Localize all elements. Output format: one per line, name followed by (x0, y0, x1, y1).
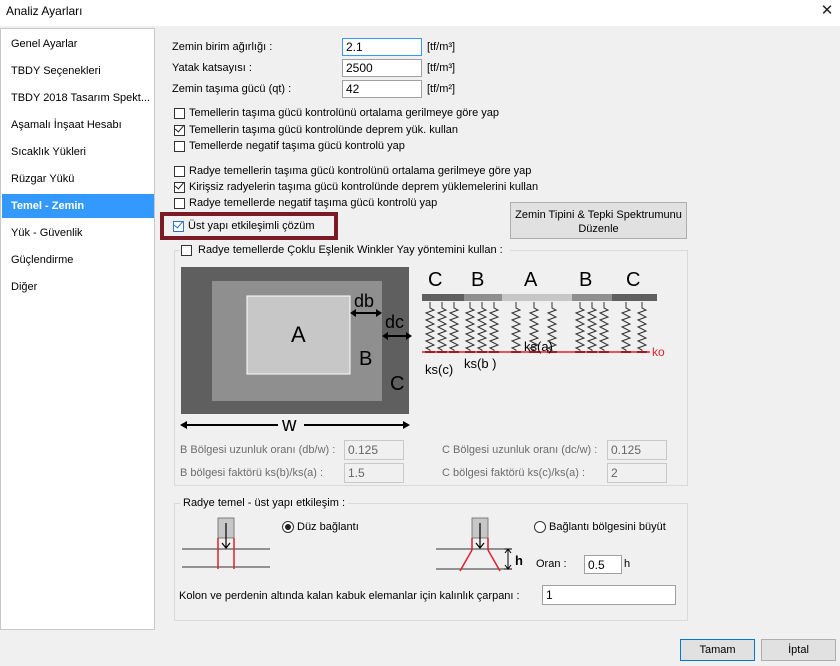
dc-label: dc (385, 312, 404, 332)
section-label-c2: C (626, 269, 640, 291)
w-label: w (281, 414, 297, 434)
sidebar-item-temel-zemin[interactable]: Temel - Zemin (2, 194, 154, 218)
checkbox-c1[interactable] (174, 108, 185, 119)
checkbox-c7[interactable] (173, 218, 184, 232)
db-label: db (354, 291, 374, 311)
section-label-b1: B (471, 269, 484, 291)
flat-connection-icon (182, 517, 270, 569)
section-label-a: A (524, 269, 538, 291)
raft-group-label: Radye temel - üst yapı etkileşim : (180, 497, 349, 509)
spring-icon (510, 302, 522, 352)
checkbox-c6[interactable] (174, 198, 185, 209)
checkbox-c3-label: Temellerde negatif taşıma gücü kontrolü … (189, 140, 405, 152)
radio-selected-dot (285, 524, 291, 530)
sidebar-item-asamali-insaat[interactable]: Aşamalı İnşaat Hesabı (2, 113, 154, 137)
sidebar-item-guclendirme[interactable]: Güçlendirme (2, 248, 154, 272)
checkbox-c6-label: Radye temellerde negatif taşıma gücü kon… (189, 197, 438, 209)
section-label-c1: C (428, 269, 442, 291)
sidebar-item-yuk-guvenlik[interactable]: Yük - Güvenlik (2, 221, 154, 245)
spring-icon (636, 302, 648, 352)
radio-flat-connection[interactable] (282, 521, 294, 533)
zone-a-label: A (291, 322, 306, 347)
ko-label: ko (652, 345, 665, 359)
sidebar-item-tbdy-secenekleri[interactable]: TBDY Seçenekleri (2, 59, 154, 83)
unit-weight-input[interactable] (342, 38, 422, 56)
soil-spectrum-button[interactable]: Zemin Tipini & Tepki Spektrumunu Düzenle (510, 202, 687, 239)
oran-unit: h (624, 558, 631, 570)
sidebar-item-diger[interactable]: Diğer (2, 275, 154, 299)
sidebar-item-ruzgar-yuku[interactable]: Rüzgar Yükü (2, 167, 154, 191)
checkbox-c8-text: Radye temellerde Çoklu Eşlenik Winkler Y… (198, 244, 503, 256)
spring-icon (476, 302, 488, 352)
close-icon[interactable]: ✕ (818, 1, 836, 19)
raft-zones-plan-diagram: A B C db dc w (180, 267, 412, 434)
title-bar: Analiz Ayarları ✕ (0, 0, 840, 26)
checkbox-c4-label: Radye temellerin taşıma gücü kontrolünü … (189, 165, 532, 177)
bearing-unit: [tf/m²] (427, 83, 456, 95)
ks-b-label: ks(b ) (464, 356, 497, 371)
ok-button[interactable]: Tamam (680, 639, 755, 661)
spring-icon (488, 302, 500, 352)
c-factor-input[interactable] (607, 463, 667, 483)
check-icon (174, 122, 185, 133)
spring-icon (574, 302, 586, 352)
spring-icon (464, 302, 476, 352)
spectrum-button-line1: Zemin Tipini & Tepki Spektrumunu (515, 209, 682, 221)
spring-icon (586, 302, 598, 352)
subgrade-unit: [tf/m³] (427, 62, 456, 74)
unit-weight-label: Zemin birim ağırlığı : (172, 41, 273, 53)
check-icon (174, 179, 185, 190)
enlarge-connection-label: Bağlantı bölgesini büyüt (549, 521, 666, 533)
checkbox-c4[interactable] (174, 166, 185, 177)
unit-weight-unit: [tf/m³] (427, 41, 456, 53)
checkbox-c8-box[interactable] (181, 245, 192, 256)
thickness-label: Kolon ve perdenin altında kalan kabuk el… (179, 590, 520, 602)
checkbox-c1-label: Temellerin taşıma gücü kontrolünü ortala… (189, 107, 499, 119)
checkbox-c5-label: Kirişsiz radyelerin taşıma gücü kontrolü… (189, 181, 539, 193)
spring-icon (598, 302, 610, 352)
checkbox-c7-label: Üst yapı etkileşimli çözüm (188, 220, 315, 232)
subgrade-label: Yatak katsayısı : (172, 62, 252, 74)
spring-icon (424, 302, 436, 352)
sidebar-item-sicaklik-yukleri[interactable]: Sıcaklık Yükleri (2, 140, 154, 164)
winkler-section-diagram: C B A B C ks(c) ks(b ) ks(a) ko (422, 269, 665, 377)
checkbox-c3[interactable] (174, 141, 185, 152)
window-title: Analiz Ayarları (6, 4, 83, 18)
flat-connection-label: Düz bağlantı (297, 521, 359, 533)
sidebar-item-genel-ayarlar[interactable]: Genel Ayarlar (2, 32, 154, 56)
oran-label: Oran : (536, 558, 567, 570)
ks-c-label: ks(c) (425, 362, 453, 377)
checkbox-c5[interactable] (174, 179, 185, 193)
bearing-label: Zemin taşıma gücü (qt) : (172, 83, 292, 95)
sidebar-item-tbdy-2018-spektrum[interactable]: TBDY 2018 Tasarım Spekt... (2, 86, 154, 110)
ks-a-label: ks(a) (524, 339, 553, 354)
oran-input[interactable] (584, 555, 622, 574)
spring-icon (448, 302, 460, 352)
zone-b-label: B (359, 348, 372, 370)
spectrum-button-line2: Düzenle (578, 223, 619, 235)
zone-c-label: C (390, 373, 404, 395)
spring-icon (620, 302, 632, 352)
c-ratio-label: C Bölgesi uzunluk oranı (dc/w) : (442, 444, 598, 456)
sidebar: Genel Ayarlar TBDY Seçenekleri TBDY 2018… (0, 28, 155, 630)
enlarged-connection-icon: h (436, 517, 523, 572)
bearing-input[interactable] (342, 80, 422, 98)
b-factor-input[interactable] (344, 463, 404, 483)
subgrade-input[interactable] (342, 59, 422, 77)
c-factor-label: C bölgesi faktörü ks(c)/ks(a) : (442, 467, 586, 479)
b-ratio-input[interactable] (344, 440, 404, 460)
thickness-input[interactable] (542, 585, 676, 605)
b-factor-label: B bölgesi faktörü ks(b)/ks(a) : (180, 467, 324, 479)
section-label-b2: B (579, 269, 592, 291)
checkbox-c2-label: Temellerin taşıma gücü kontrolünde depre… (189, 124, 459, 136)
checkbox-c2[interactable] (174, 122, 185, 136)
radio-enlarge-connection[interactable] (534, 521, 546, 533)
h-label: h (515, 553, 523, 568)
c-ratio-input[interactable] (607, 440, 667, 460)
spring-icon (436, 302, 448, 352)
cancel-button[interactable]: İptal (761, 639, 836, 661)
b-ratio-label: B Bölgesi uzunluk oranı (db/w) : (180, 444, 336, 456)
